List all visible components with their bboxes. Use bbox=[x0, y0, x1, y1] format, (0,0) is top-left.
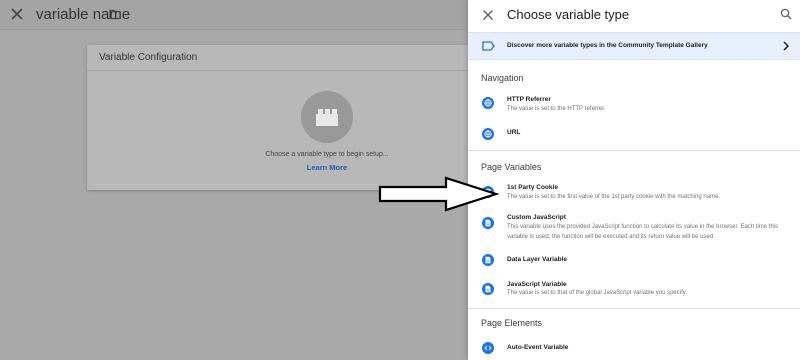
variable-type-javascript-variable[interactable]: JavaScript Variable The value is set to … bbox=[468, 278, 800, 304]
item-description: This variable uses the provided JavaScri… bbox=[507, 224, 779, 240]
folder-icon[interactable] bbox=[109, 8, 121, 20]
panel-title: Choose variable type bbox=[507, 7, 630, 22]
annotation-arrow-icon bbox=[378, 176, 500, 212]
chevron-right-icon bbox=[783, 41, 790, 51]
community-gallery-banner[interactable]: Discover more variable types in the Comm… bbox=[468, 32, 800, 60]
item-title: 1st Party Cookie bbox=[507, 184, 558, 191]
panel-header: Choose variable type bbox=[468, 0, 800, 32]
item-title: Auto-Event Variable bbox=[507, 344, 569, 351]
code-icon bbox=[482, 342, 494, 354]
variable-placeholder-icon[interactable] bbox=[301, 91, 353, 143]
item-title: URL bbox=[507, 129, 521, 136]
section-divider bbox=[468, 150, 800, 151]
document-icon bbox=[482, 254, 494, 266]
variable-configuration-card[interactable]: Variable Configuration Choose a variable… bbox=[87, 45, 472, 190]
tag-icon bbox=[482, 41, 495, 51]
item-description: The value is set to the HTTP referrer. bbox=[507, 106, 606, 112]
section-title-navigation: Navigation bbox=[481, 73, 524, 83]
gallery-banner-label: Discover more variable types in the Comm… bbox=[507, 42, 708, 49]
close-icon[interactable] bbox=[482, 9, 494, 21]
search-icon[interactable] bbox=[780, 8, 792, 20]
variable-type-custom-javascript[interactable]: Custom JavaScript This variable uses the… bbox=[468, 212, 800, 244]
section-divider bbox=[468, 308, 800, 309]
variable-type-1st-party-cookie[interactable]: 1st Party Cookie The value is set to the… bbox=[468, 180, 800, 208]
card-header: Variable Configuration bbox=[87, 45, 472, 71]
section-title-page-elements: Page Elements bbox=[481, 318, 543, 328]
variable-type-http-referrer[interactable]: HTTP Referrer The value is set to the HT… bbox=[468, 92, 800, 120]
item-title: HTTP Referrer bbox=[507, 96, 551, 103]
item-description: The value is set to the first value of t… bbox=[507, 194, 721, 200]
choose-variable-type-panel: Choose variable type Discover more varia… bbox=[468, 0, 800, 360]
variable-type-auto-event-variable[interactable]: Auto-Event Variable bbox=[468, 338, 800, 358]
variable-type-url[interactable]: URL bbox=[468, 124, 800, 144]
document-icon bbox=[482, 217, 494, 229]
item-description: The value is set to that of the global J… bbox=[507, 290, 687, 296]
close-icon[interactable] bbox=[10, 7, 24, 21]
editor-header: variable name bbox=[0, 0, 470, 30]
variable-type-data-layer-variable[interactable]: Data Layer Variable bbox=[468, 252, 800, 270]
item-title: JavaScript Variable bbox=[507, 281, 567, 288]
document-icon bbox=[482, 283, 494, 295]
globe-icon bbox=[482, 97, 494, 109]
item-title: Custom JavaScript bbox=[507, 214, 566, 221]
item-title: Data Layer Variable bbox=[507, 256, 567, 263]
globe-icon bbox=[482, 128, 494, 140]
section-title-page-variables: Page Variables bbox=[481, 162, 542, 172]
building-block-icon bbox=[316, 109, 338, 126]
